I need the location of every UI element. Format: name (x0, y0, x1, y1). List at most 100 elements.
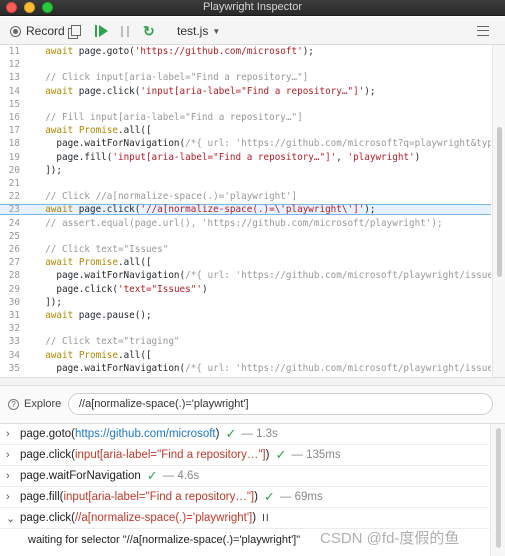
line-number: 32 (8, 323, 20, 335)
code-line: 31 await page.pause(); (0, 310, 491, 321)
code-line: 22 // Click //a[normalize-space(.)='play… (0, 191, 491, 202)
pause-icon (121, 25, 129, 37)
chevron-down-icon: ▼ (212, 26, 221, 36)
code-text: // Click text="triaging" (34, 336, 180, 348)
settings-menu-button[interactable] (477, 17, 489, 45)
record-button[interactable]: Record (10, 17, 65, 45)
call-close-paren: ) (265, 449, 270, 461)
code-text: await page.click('input[aria-label="Find… (45, 85, 376, 97)
code-line: 29 page.click('text="Issues"') (0, 284, 491, 295)
copy-button[interactable] (68, 17, 81, 45)
explore-bar: ? Explore (0, 386, 505, 424)
code-text: page.waitForNavigation(/*{ url: 'https:/… (34, 270, 491, 282)
code-line: 28 page.waitForNavigation(/*{ url: 'http… (0, 270, 491, 281)
check-icon: ✓ (275, 447, 287, 462)
code-line: 32 (0, 323, 491, 334)
code-line: 18 page.waitForNavigation(/*{ url: 'http… (0, 138, 491, 149)
watermark: CSDN @fd-度假的鱼 (320, 530, 460, 547)
pause-button[interactable] (121, 17, 129, 45)
log-scrollbar-thumb[interactable] (496, 428, 501, 548)
code-text: page.waitForNavigation(/*{ url: 'https:/… (34, 362, 491, 374)
call-log-detail: waiting for selector "//a[normalize-spac… (28, 534, 301, 546)
code-text: // Click text="Issues" (34, 244, 169, 255)
code-line: 12 (0, 59, 491, 70)
call-argument: input[aria-label="Find a repository…"] (63, 491, 255, 503)
line-number: 15 (8, 98, 20, 110)
code-line: 23 await page.click('//a[normalize-space… (0, 204, 491, 216)
code-line: 11 await page.goto('https://github.com/m… (0, 46, 491, 57)
chevron-right-icon: › (6, 470, 10, 482)
code-text: page.fill('input[aria-label="Find a repo… (34, 151, 421, 163)
chevron-right-icon: › (6, 449, 10, 461)
line-number: 33 (8, 336, 20, 348)
line-number: 17 (8, 125, 20, 137)
code-line: 13 // Click input[aria-label="Find a rep… (0, 72, 491, 83)
call-log-entry[interactable]: › page.fill(input[aria-label="Find a repo… (0, 487, 489, 508)
call-close-paren: ) (215, 428, 220, 440)
file-select[interactable]: test.js ▼ (177, 17, 220, 45)
code-text: page.click('text="Issues"') (34, 283, 208, 295)
title-bar: Playwright Inspector (0, 0, 505, 16)
line-number: 35 (8, 362, 20, 374)
line-number: 12 (8, 59, 20, 71)
call-log-entry[interactable]: › page.goto(https://github.com/microsoft)… (0, 424, 489, 445)
line-number: 11 (8, 46, 20, 57)
code-line: 15 (0, 99, 491, 110)
code-text: // Fill input[aria-label="Find a reposit… (34, 112, 303, 123)
editor-scrollbar[interactable] (492, 45, 505, 377)
editor-scrollbar-thumb[interactable] (497, 127, 502, 277)
log-scrollbar[interactable] (490, 424, 505, 556)
line-number: 30 (8, 296, 20, 308)
menu-icon (477, 26, 489, 36)
code-text: await page.goto('https://github.com/micr… (45, 46, 314, 57)
code-line: 25 (0, 231, 491, 242)
code-line: 34 await Promise.all([ (0, 350, 491, 361)
line-number: 25 (8, 230, 20, 242)
split-handle[interactable] (0, 377, 505, 386)
call-log-entry[interactable]: › page.waitForNavigation ✓ — 4.6s (0, 466, 489, 487)
line-number: 23 (8, 204, 20, 216)
call-log-entry[interactable]: ⌄ page.click(//a[normalize-space(.)='play… (0, 508, 489, 529)
code-line: 35 page.waitForNavigation(/*{ url: 'http… (0, 363, 491, 374)
line-number: 27 (8, 257, 20, 269)
line-number: 26 (8, 244, 20, 255)
step-over-button[interactable]: ↻ (143, 17, 155, 45)
line-number: 19 (8, 151, 20, 163)
record-icon (10, 25, 21, 37)
line-number: 20 (8, 164, 20, 176)
chevron-right-icon: › (6, 428, 10, 440)
call-duration: — 69ms (279, 491, 323, 503)
line-number: 18 (8, 138, 20, 150)
help-icon[interactable]: ? (8, 399, 19, 410)
resume-button[interactable] (95, 17, 108, 45)
line-number: 29 (8, 283, 20, 295)
call-argument: //a[normalize-space(.)='playwright'] (74, 512, 253, 524)
call-method: page.fill( (20, 491, 64, 503)
explore-selector-input[interactable] (68, 393, 493, 415)
call-argument: input[aria-label="Find a repository…"] (74, 449, 266, 461)
call-log-entry[interactable]: › page.click(input[aria-label="Find a rep… (0, 445, 489, 466)
code-text: // Click //a[normalize-space(.)='playwri… (34, 191, 298, 203)
line-number: 34 (8, 349, 20, 361)
code-editor[interactable]: 11 await page.goto('https://github.com/m… (0, 45, 491, 377)
copy-icon (68, 24, 81, 39)
line-number: 28 (8, 270, 20, 282)
code-line: 30 ]); (0, 297, 491, 308)
code-text: // Click input[aria-label="Find a reposi… (34, 72, 309, 84)
check-icon: ✓ (263, 489, 275, 504)
code-line: 21 (0, 178, 491, 189)
line-number: 31 (8, 310, 20, 321)
code-line: 14 await page.click('input[aria-label="F… (0, 86, 491, 97)
paused-icon: II (262, 512, 270, 524)
toolbar: Record ↻ test.js ▼ (0, 17, 505, 45)
code-line: 19 page.fill('input[aria-label="Find a r… (0, 152, 491, 163)
resume-icon (95, 25, 108, 37)
line-number: 16 (8, 112, 20, 123)
code-text: // assert.equal(page.url(), 'https://git… (34, 217, 443, 229)
code-line: 24 // assert.equal(page.url(), 'https://… (0, 218, 491, 229)
call-duration: — 4.6s (162, 470, 200, 482)
code-text: page.waitForNavigation(/*{ url: 'https:/… (34, 138, 491, 150)
code-text: await page.click('//a[normalize-space(.)… (45, 204, 376, 216)
check-icon: ✓ (225, 426, 237, 441)
chevron-right-icon: › (6, 491, 10, 503)
